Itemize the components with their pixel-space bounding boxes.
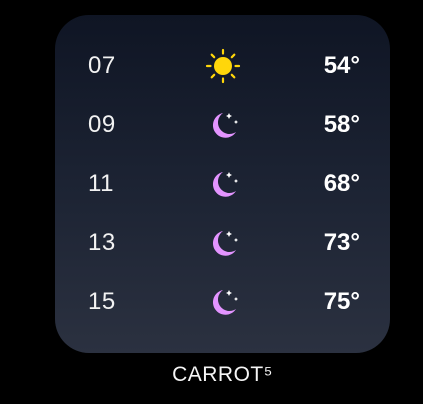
forecast-row: 15 75° bbox=[55, 282, 390, 322]
forecast-temperature: 58° bbox=[323, 111, 360, 138]
moon-stars-icon bbox=[203, 107, 243, 143]
forecast-temperature: 54° bbox=[323, 52, 360, 79]
forecast-hour: 09 bbox=[88, 111, 116, 138]
widget-app-label: CARROT⁵ bbox=[172, 363, 273, 386]
sun-icon bbox=[203, 48, 243, 84]
moon-stars-icon bbox=[203, 225, 243, 261]
forecast-row: 07 54° bbox=[55, 46, 390, 86]
moon-stars-icon bbox=[203, 166, 243, 202]
forecast-temperature: 75° bbox=[323, 288, 360, 315]
forecast-row: 09 58° bbox=[55, 105, 390, 145]
moon-stars-icon bbox=[203, 284, 243, 320]
forecast-temperature: 68° bbox=[323, 170, 360, 197]
forecast-hour: 13 bbox=[88, 229, 116, 256]
forecast-hour: 11 bbox=[88, 170, 114, 197]
forecast-hour: 07 bbox=[88, 52, 116, 79]
forecast-row: 13 73° bbox=[55, 223, 390, 263]
hourly-forecast-widget[interactable]: 07 54° 09 58° 11 68° 13 73° 15 75° bbox=[55, 15, 390, 353]
forecast-row: 11 68° bbox=[55, 164, 390, 204]
forecast-temperature: 73° bbox=[323, 229, 360, 256]
forecast-hour: 15 bbox=[88, 288, 116, 315]
